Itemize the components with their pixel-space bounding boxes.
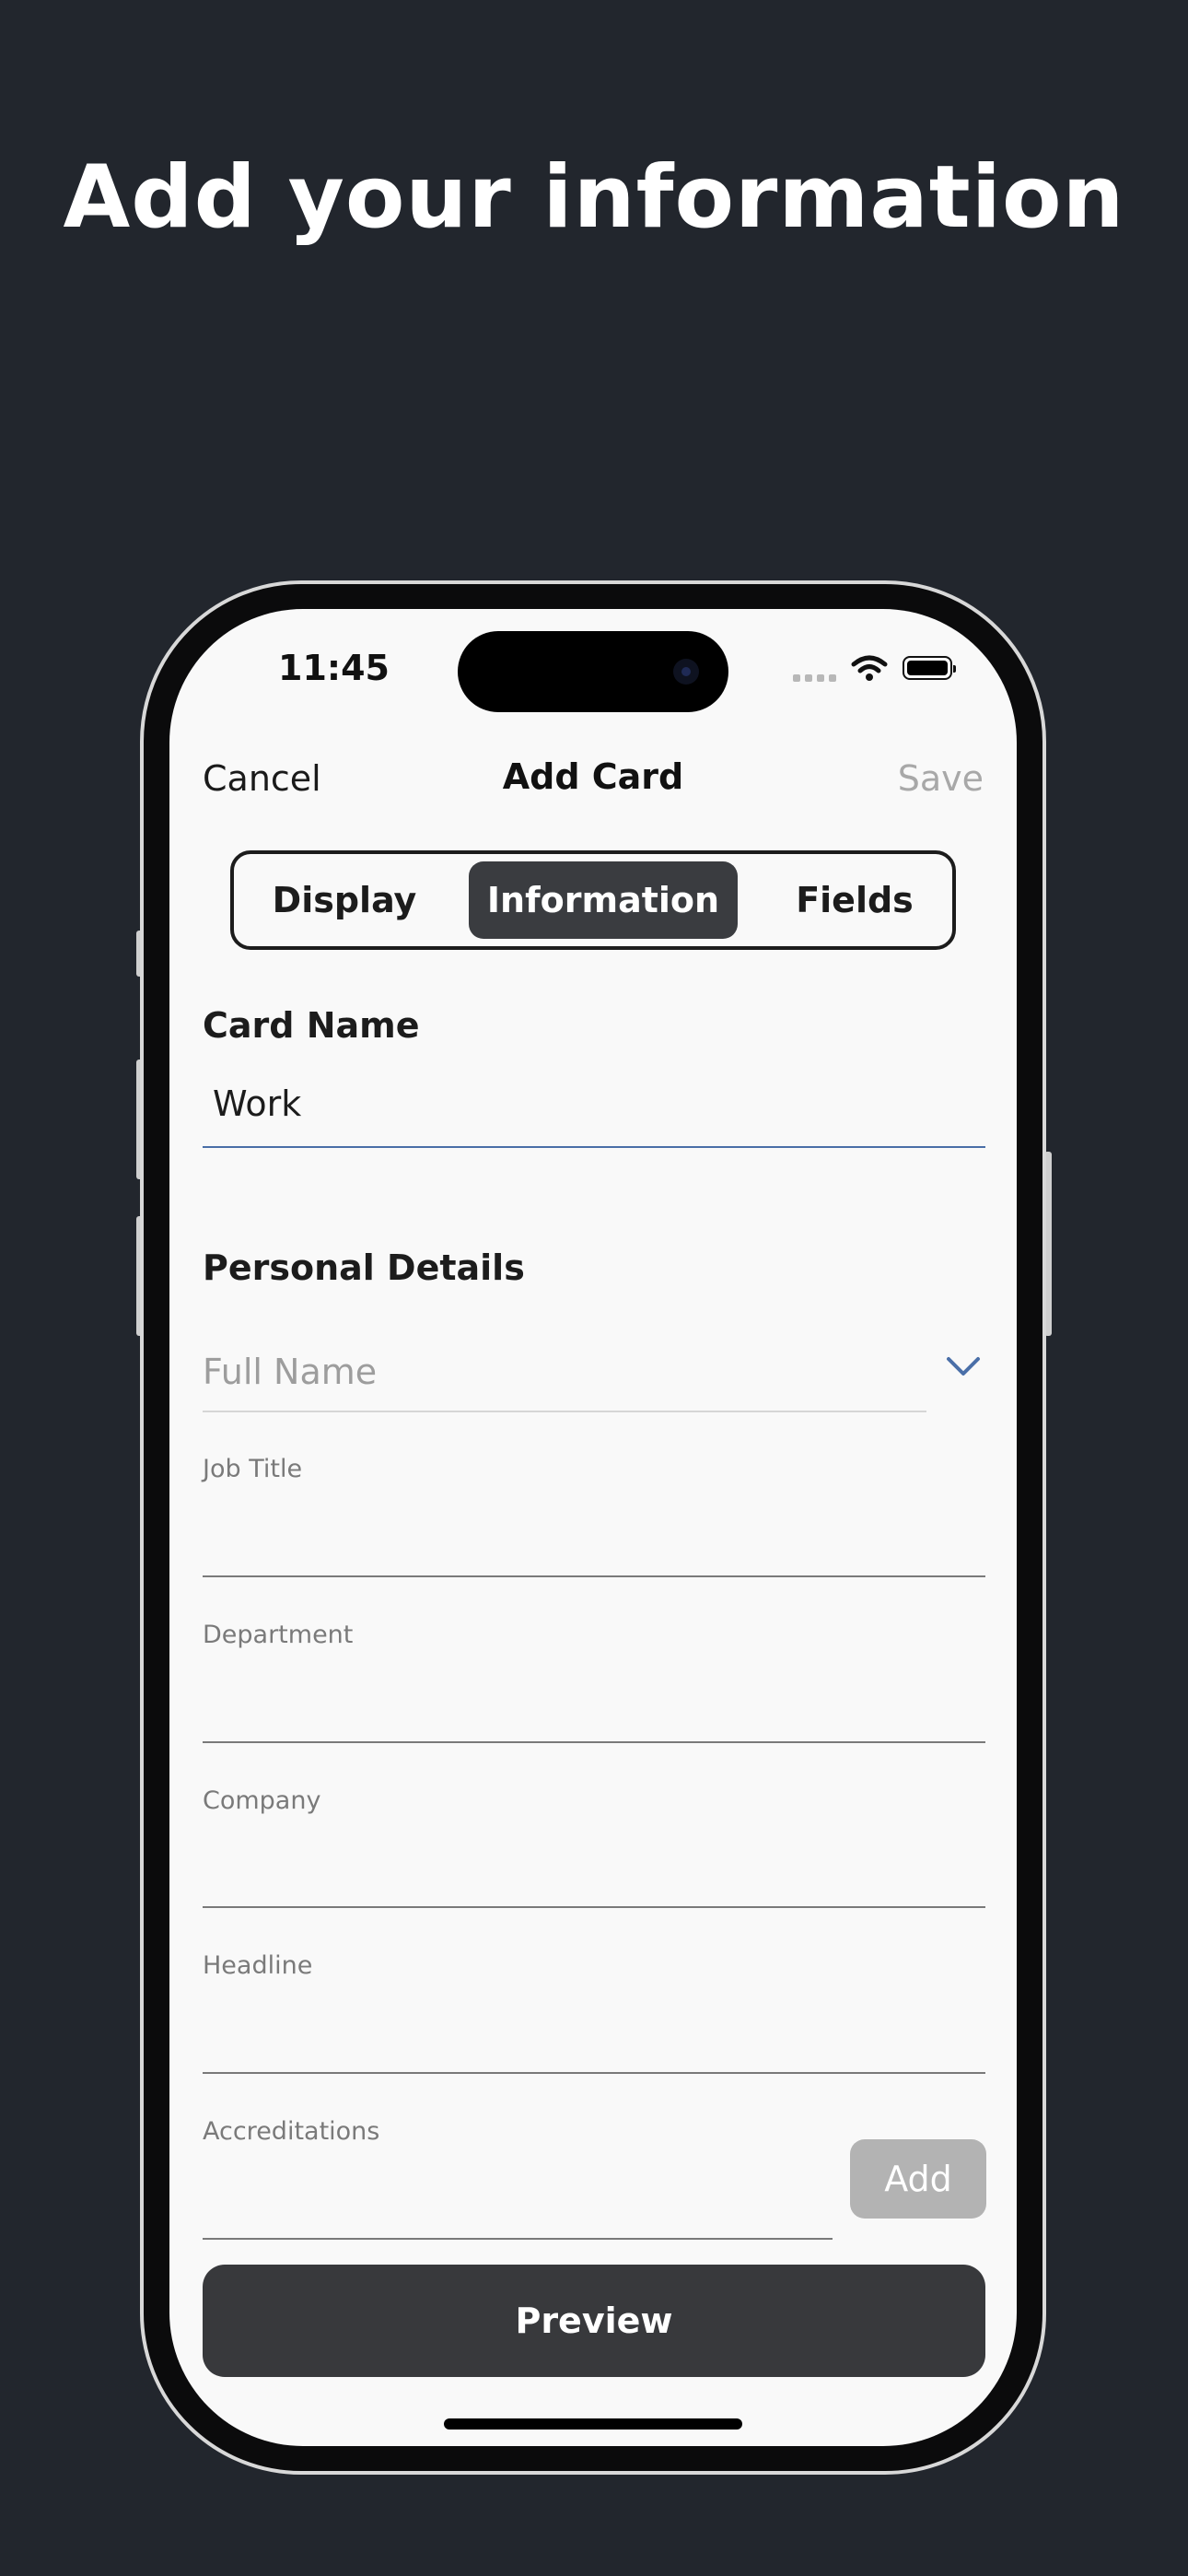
- front-camera-icon: [673, 659, 699, 685]
- page-title: Add Card: [502, 756, 684, 797]
- home-indicator: [444, 2418, 742, 2430]
- add-accreditation-button[interactable]: Add: [850, 2139, 986, 2219]
- segment-fields[interactable]: Fields: [763, 861, 947, 939]
- accreditations-label: Accreditations: [203, 2117, 380, 2146]
- chevron-down-icon[interactable]: [943, 1353, 984, 1379]
- status-indicators: [793, 648, 956, 688]
- headline-input[interactable]: [203, 2072, 985, 2074]
- full-name-input[interactable]: Full Name: [203, 1352, 377, 1392]
- headline-label: Headline: [203, 1951, 313, 1980]
- phone-screen: 11:45 Cancel Add Card Save Display Infor…: [169, 609, 1017, 2446]
- navigation-bar: Cancel Add Card Save: [203, 747, 984, 812]
- preview-button[interactable]: Preview: [203, 2265, 985, 2377]
- segment-information[interactable]: Information: [469, 861, 738, 939]
- save-button[interactable]: Save: [898, 758, 984, 799]
- dynamic-island: [458, 631, 728, 712]
- cellular-signal-icon: [793, 654, 836, 682]
- wifi-icon: [851, 655, 888, 681]
- promo-headline: Add your information: [63, 147, 1125, 248]
- job-title-input[interactable]: [203, 1575, 985, 1577]
- accreditations-input[interactable]: [203, 2238, 833, 2240]
- card-name-input[interactable]: Work: [213, 1083, 301, 1124]
- job-title-label: Job Title: [203, 1455, 303, 1483]
- personal-details-heading: Personal Details: [203, 1247, 525, 1288]
- department-input[interactable]: [203, 1741, 985, 1743]
- department-label: Department: [203, 1621, 354, 1649]
- full-name-underline: [203, 1411, 926, 1412]
- card-name-underline: [203, 1146, 985, 1148]
- segmented-control: Display Information Fields: [230, 850, 956, 950]
- segment-display[interactable]: Display: [247, 861, 442, 939]
- status-time: 11:45: [278, 648, 390, 688]
- company-label: Company: [203, 1786, 321, 1815]
- card-name-label: Card Name: [203, 1005, 420, 1046]
- battery-icon: [903, 656, 956, 680]
- company-input[interactable]: [203, 1906, 985, 1908]
